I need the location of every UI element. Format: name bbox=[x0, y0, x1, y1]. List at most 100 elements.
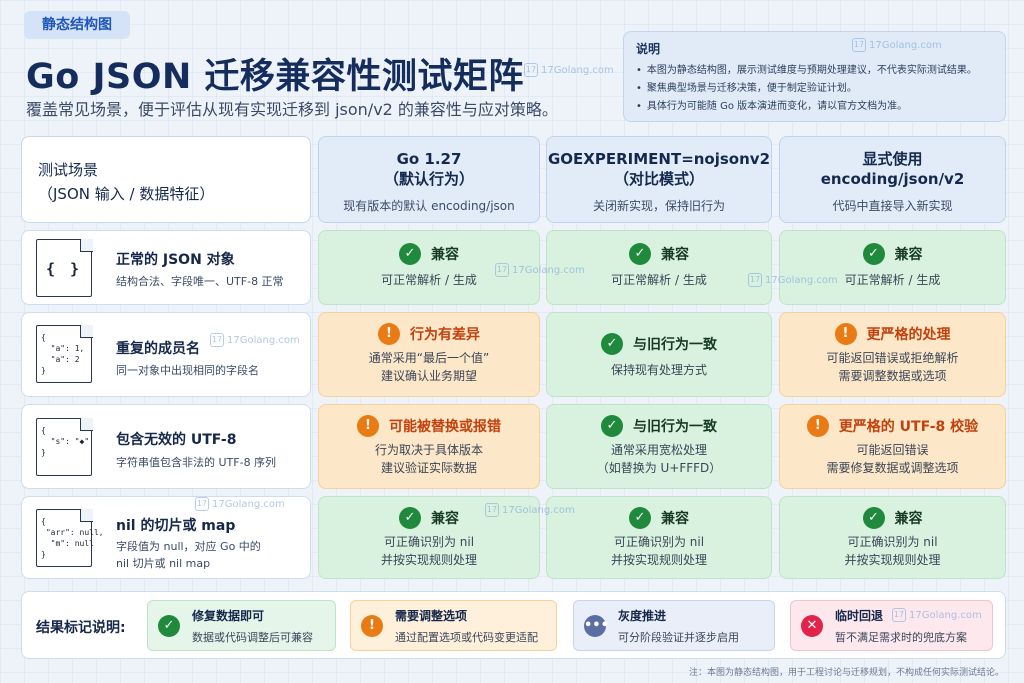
result-label: 更严格的 UTF-8 校验 bbox=[838, 419, 979, 435]
result-description: 并按实现规则处理 bbox=[610, 553, 707, 567]
note-item: 本图为静态结构图，展示测试维度与预期处理建议，不代表实际测试结果。 bbox=[636, 62, 993, 80]
page-title: Go JSON 迁移兼容性测试矩阵 bbox=[26, 57, 524, 97]
legend-item-title: 修复数据即可 bbox=[192, 608, 265, 623]
result-label: 兼容 bbox=[661, 511, 689, 527]
scenario-description: 同一对象中出现相同的字段名 bbox=[116, 364, 259, 377]
watermark: 17 17Golang.com bbox=[524, 63, 614, 77]
column-header-go127: Go 1.27 （默认行为） 现有版本的默认 encoding/json bbox=[318, 136, 540, 223]
result-label: 兼容 bbox=[661, 247, 689, 263]
legend-item-gradual-rollout: ••• 灰度推进可分阶段验证并逐步启用 bbox=[573, 600, 775, 651]
check-icon: ✓ bbox=[629, 507, 651, 529]
scenario-title: 重复的成员名 bbox=[116, 341, 200, 357]
result-description: 可正常解析 / 生成 bbox=[844, 273, 941, 287]
legend-bar: 结果标记说明: ✓ 修复数据即可数据或代码调整后可兼容 ! 需要调整选项 通过配置… bbox=[21, 591, 1006, 659]
result-cell: ! 更严格的 UTF-8 校验 可能返回错误 需要修复数据或调整选项 bbox=[779, 404, 1006, 489]
check-icon: ✓ bbox=[399, 243, 421, 265]
column-header-title: GOEXPERIMENT=nojsonv2 bbox=[547, 150, 771, 168]
result-description: 可能返回错误 bbox=[856, 443, 929, 457]
result-description: 需要修复数据或调整选项 bbox=[826, 461, 959, 475]
scenario-title: 正常的 JSON 对象 bbox=[116, 252, 235, 268]
result-description: 可正确识别为 nil bbox=[613, 535, 705, 549]
result-cell: ! 更严格的处理 可能返回错误或拒绝解析 需要调整数据或选项 bbox=[779, 312, 1006, 397]
result-description: 可正常解析 / 生成 bbox=[611, 273, 707, 287]
result-description: （如替换为 U+FFFD） bbox=[596, 461, 722, 475]
result-cell: ! 行为有差异 通常采用“最后一个值” 建议确认业务期望 bbox=[318, 312, 540, 397]
scenario-description: nil 切片或 nil map bbox=[116, 557, 211, 570]
check-icon: ✓ bbox=[862, 507, 885, 529]
result-description: 建议验证实际数据 bbox=[380, 461, 477, 475]
scenario-description: 结构合法、字段唯一、UTF-8 正常 bbox=[116, 275, 284, 288]
legend-item-temporary-rollback: ✕ 临时回退 暂不满足需求时的兜底方案 bbox=[790, 600, 993, 651]
warning-icon: ! bbox=[834, 323, 857, 345]
check-icon: ✓ bbox=[629, 243, 651, 265]
scenario-title: nil 的切片或 map bbox=[116, 518, 236, 534]
column-header-title: 显式使用 bbox=[862, 150, 923, 168]
page-subtitle: 覆盖常见场景，便于评估从现有实现迁移到 json/v2 的兼容性与应对策略。 bbox=[26, 100, 558, 119]
result-label: 行为有差异 bbox=[410, 327, 480, 343]
note-item: 聚焦典型场景与迁移决策，便于制定验证计划。 bbox=[636, 80, 993, 98]
ellipsis-icon: ••• bbox=[584, 614, 609, 637]
result-label: 更严格的处理 bbox=[866, 327, 951, 343]
result-description: 并按实现规则处理 bbox=[844, 553, 941, 567]
legend-item-description: 可分阶段验证并逐步启用 bbox=[618, 630, 739, 644]
scenario-row-nil-slice-map: { "arr": null, "m": null } nil 的切片或 map … bbox=[21, 496, 311, 579]
result-description: 可能返回错误或拒绝解析 bbox=[826, 351, 959, 365]
check-icon: ✓ bbox=[158, 614, 180, 637]
result-description: 建议确认业务期望 bbox=[380, 369, 477, 383]
scenario-description: 字段值为 null，对应 Go 中的 bbox=[116, 540, 261, 553]
result-description: 通常采用宽松处理 bbox=[610, 443, 707, 457]
result-cell: ✓ 兼容 可正确识别为 nil 并按实现规则处理 bbox=[779, 496, 1006, 579]
scenario-title: 包含无效的 UTF-8 bbox=[116, 432, 237, 448]
column-header-scenario: 测试场景 （JSON 输入 / 数据特征） bbox=[21, 136, 311, 223]
footnote: 注：本图为静态结构图，用于工程讨论与迁移规划，不构成任何实际测试结论。 bbox=[688, 668, 1004, 678]
column-header-jsonv2: 显式使用 encoding/json/v2 代码中直接导入新实现 bbox=[779, 136, 1006, 223]
column-header-title: 测试场景 bbox=[38, 161, 99, 179]
check-icon: ✓ bbox=[399, 507, 421, 529]
column-header-nojsonv2: GOEXPERIMENT=nojsonv2 （对比模式） 关闭新实现，保持旧行为 bbox=[546, 136, 772, 223]
json-document-icon: { "arr": null, "m": null } bbox=[36, 508, 104, 567]
result-label: 兼容 bbox=[894, 247, 923, 263]
result-cell: ✓ 与旧行为一致 保持现有处理方式 bbox=[546, 312, 772, 397]
scenario-row-normal-object: { } 正常的 JSON 对象 结构合法、字段唯一、UTF-8 正常 bbox=[21, 230, 311, 305]
scenario-description: 字符串值包含非法的 UTF-8 序列 bbox=[116, 456, 277, 469]
result-description: 需要调整数据或选项 bbox=[838, 369, 947, 383]
json-document-icon: { "a": 1, "a": 2 } bbox=[36, 324, 93, 383]
result-description: 可正常解析 / 生成 bbox=[381, 273, 477, 287]
result-cell: ✓ 兼容 可正确识别为 nil 并按实现规则处理 bbox=[546, 496, 772, 579]
result-label: 兼容 bbox=[431, 511, 459, 527]
column-header-subtitle: 代码中直接导入新实现 bbox=[832, 199, 953, 213]
json-document-icon: { "s": "◆" } bbox=[36, 417, 93, 476]
legend-title: 结果标记说明: bbox=[36, 620, 126, 636]
column-header-subtitle: 关闭新实现，保持旧行为 bbox=[592, 199, 725, 213]
watermark-logo-icon: 17 bbox=[524, 63, 538, 77]
check-icon: ✓ bbox=[862, 243, 885, 265]
result-description: 通常采用“最后一个值” bbox=[368, 351, 490, 365]
column-header-title: （JSON 输入 / 数据特征） bbox=[38, 185, 215, 203]
result-description: 可正确识别为 nil bbox=[847, 535, 938, 549]
result-cell: ✓ 兼容 可正常解析 / 生成 bbox=[779, 230, 1006, 305]
legend-item-description: 数据或代码调整后可兼容 bbox=[192, 630, 313, 644]
result-label: 可能被替换或报错 bbox=[389, 419, 501, 435]
result-description: 并按实现规则处理 bbox=[380, 553, 477, 567]
column-header-title: （对比模式） bbox=[613, 170, 704, 188]
result-cell: ✓ 兼容 可正常解析 / 生成 bbox=[318, 230, 540, 305]
column-header-title: Go 1.27 bbox=[396, 150, 462, 168]
scenario-row-invalid-utf8: { "s": "◆" } 包含无效的 UTF-8 字符串值包含非法的 UTF-8… bbox=[21, 404, 311, 489]
legend-item-title: 临时回退 bbox=[835, 608, 884, 623]
result-description: 行为取决于具体版本 bbox=[374, 443, 483, 457]
notes-panel: 说明 本图为静态结构图，展示测试维度与预期处理建议，不代表实际测试结果。 聚焦典… bbox=[623, 31, 1006, 122]
result-cell: ✓ 与旧行为一致 通常采用宽松处理 （如替换为 U+FFFD） bbox=[546, 404, 772, 489]
result-description: 可正确识别为 nil bbox=[383, 535, 475, 549]
result-cell: ! 可能被替换或报错 行为取决于具体版本 建议验证实际数据 bbox=[318, 404, 540, 489]
check-icon: ✓ bbox=[601, 415, 623, 437]
legend-item-title: 灰度推进 bbox=[618, 608, 667, 623]
column-header-title: encoding/json/v2 bbox=[820, 170, 965, 188]
cross-icon: ✕ bbox=[801, 614, 823, 637]
notes-title: 说明 bbox=[636, 42, 661, 56]
warning-icon: ! bbox=[361, 614, 383, 637]
warning-icon: ! bbox=[378, 323, 400, 345]
result-cell: ✓ 兼容 可正常解析 / 生成 bbox=[546, 230, 772, 305]
check-icon: ✓ bbox=[601, 333, 623, 355]
legend-item-adjust-options: ! 需要调整选项 通过配置选项或代码变更适配 bbox=[350, 600, 557, 651]
result-label: 与旧行为一致 bbox=[633, 419, 717, 435]
